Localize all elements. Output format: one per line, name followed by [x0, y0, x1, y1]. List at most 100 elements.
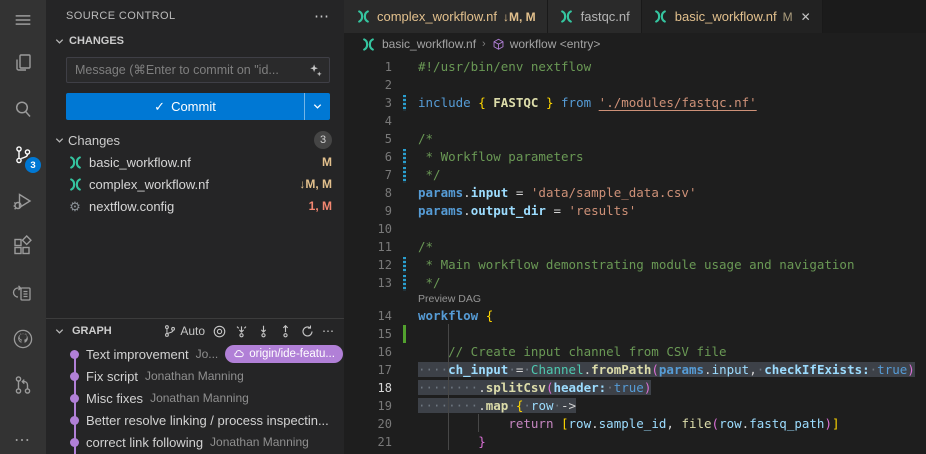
source-control-icon[interactable]: 3	[0, 132, 46, 178]
refresh-icon[interactable]	[300, 324, 315, 339]
code-line[interactable]: 13 */	[344, 274, 926, 292]
line-number[interactable]: 7	[344, 166, 392, 184]
changes-tree-header[interactable]: Changes 3	[46, 129, 344, 151]
line-number[interactable]: 12	[344, 256, 392, 274]
scm-file-row[interactable]: ⚙nextflow.config1, M	[46, 195, 344, 217]
graph-section-header[interactable]: GRAPH Auto ⋯	[46, 319, 344, 343]
code-line[interactable]: 5/*	[344, 130, 926, 148]
tab-fastqc[interactable]: fastqc.nf	[548, 0, 642, 33]
explorer-icon[interactable]	[0, 40, 46, 86]
pull-icon[interactable]	[256, 324, 271, 339]
commit-button[interactable]: ✓ Commit	[66, 93, 330, 120]
code-line[interactable]: 17····ch_input·=·Channel.fromPath(params…	[344, 361, 926, 379]
line-number[interactable]: 5	[344, 130, 392, 148]
gutter	[392, 238, 418, 256]
pull-request-icon[interactable]	[0, 362, 46, 408]
line-number[interactable]: 15	[344, 325, 392, 343]
nextflow-icon	[67, 155, 83, 170]
line-number[interactable]: 20	[344, 415, 392, 433]
code-line[interactable]: 6 * Workflow parameters	[344, 148, 926, 166]
gutter	[392, 379, 418, 397]
line-number[interactable]: 8	[344, 184, 392, 202]
commit-button-main[interactable]: ✓ Commit	[66, 93, 304, 120]
code-line[interactable]: 16 // Create input channel from CSV file	[344, 343, 926, 361]
code-text: * Workflow parameters	[418, 148, 584, 166]
gutter	[392, 307, 418, 325]
close-icon[interactable]: ✕	[801, 10, 811, 24]
breadcrumb-symbol[interactable]: workflow <entry>	[492, 37, 601, 51]
extensions-icon[interactable]	[0, 224, 46, 270]
line-number[interactable]: 1	[344, 58, 392, 76]
sidebar-more-icon[interactable]: ⋯	[314, 7, 330, 25]
menu-icon[interactable]	[0, 0, 46, 40]
nextflow-icon	[559, 9, 575, 24]
line-number[interactable]: 18	[344, 379, 392, 397]
scm-file-row[interactable]: complex_workflow.nf↓M, M	[46, 173, 344, 195]
gutter-change-indicator	[392, 166, 418, 184]
code-text: ········.map·{·row·->	[418, 397, 576, 415]
code-line[interactable]: 2	[344, 76, 926, 94]
gutter-change-indicator	[392, 148, 418, 166]
line-number[interactable]: 9	[344, 202, 392, 220]
line-number[interactable]: 14	[344, 307, 392, 325]
scm-file-row[interactable]: basic_workflow.nfM	[46, 151, 344, 173]
line-number[interactable]: 17	[344, 361, 392, 379]
target-icon[interactable]	[212, 324, 227, 339]
branch-icon	[163, 324, 177, 338]
fetch-icon[interactable]	[234, 324, 249, 339]
commit-row[interactable]: Better resolve linking / process inspect…	[46, 409, 344, 431]
codelens-action[interactable]: Preview DAG	[344, 292, 926, 307]
references-icon[interactable]	[0, 270, 46, 316]
code-line[interactable]: 14workflow {	[344, 307, 926, 325]
tab-complex-workflow[interactable]: complex_workflow.nf ↓M, M	[344, 0, 548, 33]
commit-row[interactable]: Text improvementJo...origin/ide-featu...	[46, 343, 344, 365]
commit-row[interactable]: Fix scriptJonathan Manning	[46, 365, 344, 387]
changes-section-header[interactable]: CHANGES	[46, 32, 344, 50]
commit-message-input[interactable]	[75, 63, 308, 77]
graph-section-label: GRAPH	[72, 325, 112, 337]
changes-section-label: CHANGES	[69, 35, 124, 47]
line-number[interactable]: 16	[344, 343, 392, 361]
breadcrumb-file[interactable]: basic_workflow.nf	[382, 37, 476, 51]
line-number[interactable]: 19	[344, 397, 392, 415]
github-icon[interactable]	[0, 316, 46, 362]
commit-row[interactable]: Misc fixesJonathan Manning	[46, 387, 344, 409]
push-icon[interactable]	[278, 324, 293, 339]
line-number[interactable]: 21	[344, 433, 392, 451]
tab-basic-workflow[interactable]: basic_workflow.nf M ✕	[642, 0, 823, 33]
search-icon[interactable]	[0, 86, 46, 132]
code-line[interactable]: 19 ········.map·{·row·->	[344, 397, 926, 415]
code-line[interactable]: 4	[344, 112, 926, 130]
code-line[interactable]: 9params.output_dir = 'results'	[344, 202, 926, 220]
code-line[interactable]: 1#!/usr/bin/env nextflow	[344, 58, 926, 76]
line-number[interactable]: 4	[344, 112, 392, 130]
code-line[interactable]: 7 */	[344, 166, 926, 184]
line-number[interactable]: 10	[344, 220, 392, 238]
line-number[interactable]: 3	[344, 94, 392, 112]
auto-branch-picker[interactable]: Auto	[163, 324, 205, 338]
code-line[interactable]: 20 return [row.sample_id, file(row.fastq…	[344, 415, 926, 433]
code-line[interactable]: 8params.input = 'data/sample_data.csv'	[344, 184, 926, 202]
line-number[interactable]: 2	[344, 76, 392, 94]
code-line[interactable]: 3include { FASTQC } from './modules/fast…	[344, 94, 926, 112]
code-text: * Main workflow demonstrating module usa…	[418, 256, 855, 274]
code-editor[interactable]: 1#!/usr/bin/env nextflow23include { FAST…	[344, 55, 926, 454]
code-line[interactable]: 21 }	[344, 433, 926, 451]
graph-more-icon[interactable]: ⋯	[322, 324, 334, 338]
commit-row[interactable]: correct link followingJonathan Manning	[46, 431, 344, 453]
line-number[interactable]: 6	[344, 148, 392, 166]
line-number[interactable]: 11	[344, 238, 392, 256]
branch-ref-pill[interactable]: origin/ide-featu...	[225, 345, 343, 363]
code-line[interactable]: 18········.splitCsv(header:·true)	[344, 379, 926, 397]
copilot-sparkle-icon[interactable]	[308, 63, 323, 78]
activity-more-icon[interactable]: ⋯	[14, 426, 32, 454]
run-debug-icon[interactable]	[0, 178, 46, 224]
chevron-down-icon	[312, 101, 323, 112]
code-line[interactable]: 12 * Main workflow demonstrating module …	[344, 256, 926, 274]
code-line[interactable]: 15	[344, 325, 926, 343]
line-number[interactable]: 13	[344, 274, 392, 292]
commit-dropdown-button[interactable]	[304, 93, 330, 120]
code-line[interactable]: 10	[344, 220, 926, 238]
code-line[interactable]: 11/*	[344, 238, 926, 256]
gutter-change-indicator	[392, 94, 418, 112]
